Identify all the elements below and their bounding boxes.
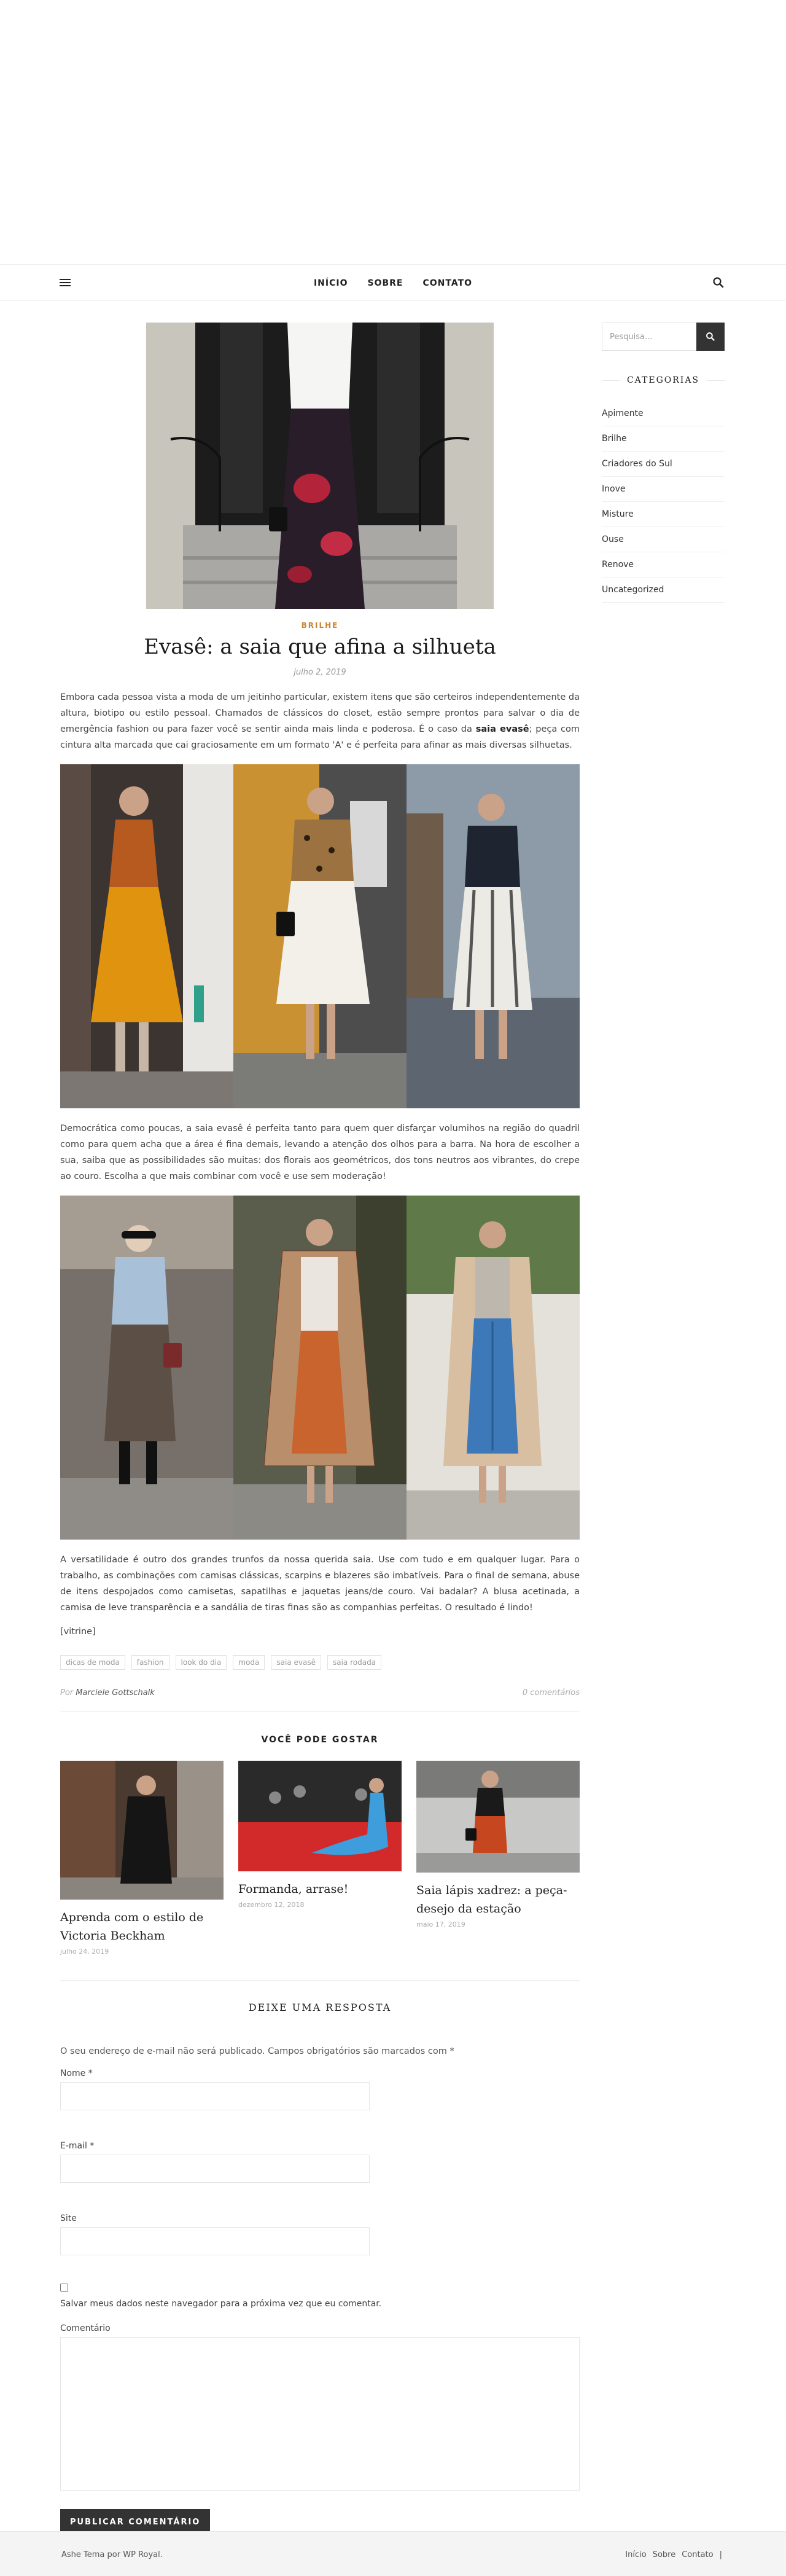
category-item[interactable]: Ouse: [602, 527, 725, 552]
sidebar-search-input[interactable]: Pesquisa...: [602, 323, 696, 351]
paragraph-bold-text: saia evasê: [475, 724, 529, 734]
email-field-group: E-mail *: [60, 2141, 580, 2183]
sidebar-search-button[interactable]: [696, 323, 725, 351]
header-banner: [0, 0, 786, 264]
category-item[interactable]: Misture: [602, 502, 725, 527]
category-item[interactable]: Criadores do Sul: [602, 452, 725, 477]
main-navigation: INÍCIO SOBRE CONTATO: [0, 264, 786, 301]
related-post-title[interactable]: Saia lápis xadrez: a peça-desejo da esta…: [416, 1881, 580, 1918]
email-input[interactable]: [60, 2155, 370, 2183]
footer-links: Início Sobre Contato |: [625, 2550, 722, 2559]
nav-item-inicio[interactable]: INÍCIO: [314, 278, 348, 288]
post-paragraph-2: Democrática como poucas, a saia evasê é …: [60, 1124, 580, 1181]
nav-menu: INÍCIO SOBRE CONTATO: [0, 265, 786, 302]
post-paragraph-1: Embora cada pessoa vista a moda de um je…: [60, 689, 580, 753]
tag-link[interactable]: saia rodada: [327, 1655, 382, 1670]
tag-link[interactable]: fashion: [131, 1655, 169, 1670]
site-input[interactable]: [60, 2227, 370, 2255]
image-gallery-1: [60, 764, 580, 1108]
email-label: E-mail *: [60, 2141, 95, 2151]
footer: Ashe Tema por WP Royal. Início Sobre Con…: [0, 2531, 786, 2576]
nav-item-sobre[interactable]: SOBRE: [367, 278, 403, 288]
site-field-group: Site: [60, 2214, 580, 2255]
categories-list: Apimente Brilhe Criadores do Sul Inove M…: [602, 401, 725, 603]
comment-form-note: O seu endereço de e-mail não será public…: [60, 2046, 454, 2056]
footer-link-sobre[interactable]: Sobre: [653, 2550, 676, 2559]
search-icon[interactable]: [712, 276, 725, 289]
name-label: Nome *: [60, 2069, 93, 2078]
categories-widget-title: CATEGORIAS: [602, 375, 725, 385]
save-data-group: Salvar meus dados neste navegador para a…: [60, 2282, 580, 2309]
search-icon: [706, 332, 715, 341]
category-item[interactable]: Brilhe: [602, 426, 725, 452]
footer-separator: |: [719, 2550, 722, 2559]
footer-link-inicio[interactable]: Início: [625, 2550, 646, 2559]
post-tags: dicas de moda fashion look do dia moda s…: [60, 1655, 580, 1670]
comments-count-link[interactable]: 0 comentários: [523, 1688, 580, 1697]
related-post-title[interactable]: Formanda, arrase!: [238, 1880, 402, 1898]
category-item[interactable]: Uncategorized: [602, 577, 725, 603]
post-date: julho 2, 2019: [294, 668, 346, 677]
post-meta: Por Marciele Gottschalk 0 comentários: [60, 1688, 580, 1712]
save-data-label: Salvar meus dados neste navegador para a…: [60, 2299, 382, 2309]
author-link[interactable]: Marciele Gottschalk: [76, 1688, 155, 1697]
gallery-image: [233, 1196, 407, 1540]
related-post-image[interactable]: [238, 1761, 402, 1871]
category-item[interactable]: Inove: [602, 477, 725, 502]
category-item[interactable]: Apimente: [602, 401, 725, 426]
related-post-date: dezembro 12, 2018: [238, 1901, 305, 1909]
tag-link[interactable]: look do dia: [175, 1655, 227, 1670]
name-input[interactable]: [60, 2082, 370, 2110]
name-field-group: Nome *: [60, 2069, 580, 2110]
gallery-image: [233, 764, 407, 1108]
footer-link-contato[interactable]: Contato: [682, 2550, 713, 2559]
post-category[interactable]: BRILHE: [60, 621, 580, 630]
tag-link[interactable]: moda: [233, 1655, 265, 1670]
post-author: Por Marciele Gottschalk: [60, 1688, 155, 1697]
featured-image: [146, 323, 494, 609]
comment-textarea[interactable]: [60, 2337, 580, 2491]
related-post-card: Formanda, arrase! dezembro 12, 2018: [238, 1761, 402, 1955]
category-item[interactable]: Renove: [602, 552, 725, 577]
tag-link[interactable]: dicas de moda: [60, 1655, 125, 1670]
gallery-image: [60, 1196, 233, 1540]
footer-credit: Ashe Tema por WP Royal.: [61, 2550, 163, 2559]
gallery-image: [407, 764, 580, 1108]
related-post-image[interactable]: [416, 1761, 580, 1873]
comment-label: Comentário: [60, 2323, 111, 2333]
gallery-image: [407, 1196, 580, 1540]
related-post-card: Saia lápis xadrez: a peça-desejo da esta…: [416, 1761, 580, 1955]
save-data-checkbox[interactable]: [60, 2284, 68, 2292]
gallery-image: [60, 764, 233, 1108]
related-post-date: julho 24, 2019: [60, 1948, 109, 1955]
post-title: Evasê: a saia que afina a silhueta: [144, 635, 496, 659]
comment-form-heading: DEIXE UMA RESPOSTA: [60, 1980, 580, 2013]
post-content: BRILHE Evasê: a saia que afina a silhuet…: [60, 323, 580, 2535]
related-posts-heading: VOCÊ PODE GOSTAR: [261, 1735, 379, 1745]
sidebar-search: Pesquisa...: [602, 323, 725, 351]
tag-link[interactable]: saia evasê: [271, 1655, 321, 1670]
image-gallery-2: [60, 1196, 580, 1540]
related-post-card: Aprenda com o estilo de Victoria Beckham…: [60, 1761, 224, 1955]
author-prefix: Por: [60, 1688, 74, 1697]
related-post-image[interactable]: [60, 1761, 224, 1900]
related-post-title[interactable]: Aprenda com o estilo de Victoria Beckham: [60, 1908, 224, 1945]
post-paragraph-3: A versatilidade é outro dos grandes trun…: [60, 1555, 580, 1613]
sidebar: Pesquisa... CATEGORIAS Apimente Brilhe C…: [602, 323, 725, 603]
comment-field-group: Comentário: [60, 2323, 580, 2491]
nav-item-contato[interactable]: CONTATO: [422, 278, 472, 288]
related-posts: Aprenda com o estilo de Victoria Beckham…: [60, 1761, 580, 1955]
site-label: Site: [60, 2214, 77, 2223]
related-post-date: maio 17, 2019: [416, 1920, 465, 1928]
vitrine-shortcode: [vitrine]: [60, 1627, 96, 1637]
